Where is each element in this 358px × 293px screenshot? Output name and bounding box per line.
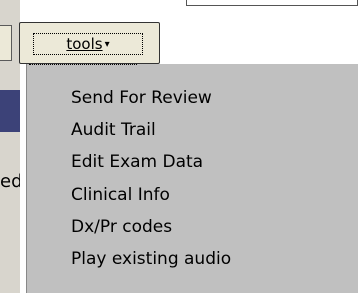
menu-item-play-existing-audio[interactable]: Play existing audio [71, 247, 231, 271]
left-partial-text: ed [0, 171, 20, 192]
menu-item-clinical-info[interactable]: Clinical Info [71, 183, 170, 207]
top-text-field[interactable] [186, 0, 358, 6]
tools-button-focus: tools ▾ [33, 33, 143, 55]
left-panel: ed [0, 0, 20, 293]
chevron-down-icon: ▾ [104, 38, 110, 50]
menu-item-send-for-review[interactable]: Send For Review [71, 86, 212, 110]
tools-label: tools [66, 35, 103, 53]
menu-item-dx-pr-codes[interactable]: Dx/Pr codes [71, 215, 172, 239]
menu-top-dotted-edge [29, 64, 137, 65]
menu-item-edit-exam-data[interactable]: Edit Exam Data [71, 150, 203, 174]
tools-button[interactable]: tools ▾ [19, 22, 160, 64]
tools-dropdown-menu: Send For Review Audit Trail Edit Exam Da… [26, 64, 358, 293]
menu-item-audit-trail[interactable]: Audit Trail [71, 118, 156, 142]
left-button[interactable] [0, 25, 12, 61]
left-header-bar [0, 90, 20, 132]
